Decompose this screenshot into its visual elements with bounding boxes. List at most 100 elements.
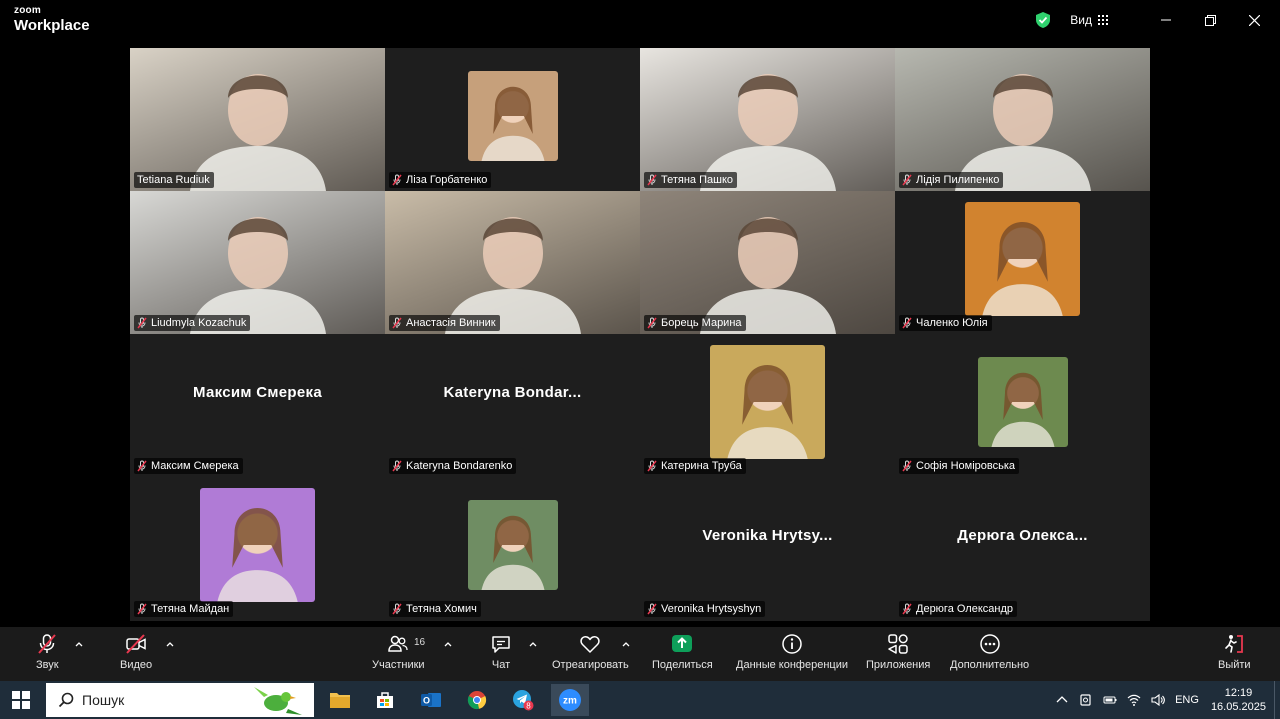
chat-options-caret[interactable] <box>528 639 538 649</box>
taskbar-store[interactable] <box>368 684 402 716</box>
telegram-icon: 8 <box>513 690 534 711</box>
leave-label: Выйти <box>1218 659 1251 671</box>
clock-time: 12:19 <box>1224 687 1253 699</box>
participant-tile[interactable]: Катерина Труба <box>640 334 895 477</box>
store-icon <box>377 692 393 708</box>
more-label: Дополнительно <box>950 659 1030 671</box>
participant-tile[interactable]: Тетяна Хомич <box>385 477 640 620</box>
muted-mic-icon <box>137 317 147 329</box>
wifi-icon[interactable] <box>1127 693 1141 707</box>
taskbar-telegram[interactable]: 8 <box>506 684 540 716</box>
participant-tile[interactable]: Максим Смерека Максим Смерека <box>130 334 385 477</box>
participant-tile[interactable]: Чаленко Юлія <box>895 191 1150 334</box>
taskbar-search[interactable]: Пошук <box>46 683 314 717</box>
audio-button[interactable]: Звук <box>36 633 59 671</box>
participant-name: Veronika Hrytsyshyn <box>661 603 762 615</box>
participant-tile[interactable]: Дерюга Олекса... Дерюга Олександр <box>895 477 1150 620</box>
folder-icon <box>330 693 350 708</box>
participant-video <box>130 48 385 191</box>
leave-button[interactable]: Выйти <box>1218 633 1251 671</box>
muted-mic-icon <box>647 174 657 186</box>
participant-name-label: Чаленко Юлія <box>899 315 992 331</box>
apps-button[interactable]: Приложения <box>866 633 930 671</box>
react-options-caret[interactable] <box>621 639 631 649</box>
chat-icon <box>492 636 510 653</box>
participant-avatar <box>200 487 315 602</box>
meeting-info-button[interactable]: Данные конференции <box>736 633 848 671</box>
more-button[interactable]: Дополнительно <box>950 633 1029 671</box>
participant-name-label: Лідія Пилипенко <box>899 172 1004 188</box>
participant-avatar <box>710 344 825 459</box>
encryption-shield-icon[interactable] <box>1034 11 1052 29</box>
participant-tile[interactable]: Лідія Пилипенко <box>895 48 1150 191</box>
telegram-badge: 8 <box>526 702 531 711</box>
video-camera-off-icon <box>126 634 146 654</box>
battery-icon[interactable] <box>1103 693 1117 707</box>
video-button[interactable]: Видео <box>120 633 152 671</box>
react-button[interactable]: Отреагировать <box>552 633 629 671</box>
share-screen-button[interactable]: Поделиться <box>652 633 713 671</box>
participant-tile[interactable]: Анастасія Винник <box>385 191 640 334</box>
video-label: Видео <box>120 659 153 671</box>
close-button[interactable] <box>1232 0 1276 40</box>
chat-button[interactable]: Чат <box>490 633 512 671</box>
participant-video <box>130 191 385 334</box>
show-desktop-button[interactable] <box>1274 681 1280 719</box>
participant-tile[interactable]: Ліза Горбатенко <box>385 48 640 191</box>
muted-mic-icon <box>902 460 912 472</box>
participant-name: Чаленко Юлія <box>916 317 988 329</box>
participant-tile[interactable]: Kateryna Bondar... Kateryna Bondarenko <box>385 334 640 477</box>
video-gallery: Tetiana Rudiuk Ліза Горбатенко Тетяна Пашк… <box>130 48 1150 621</box>
participants-count: 16 <box>414 637 426 648</box>
participant-tile[interactable]: Tetiana Rudiuk <box>130 48 385 191</box>
search-icon <box>58 692 74 708</box>
participant-tile[interactable]: Софія Номіровська <box>895 334 1150 477</box>
participant-name: Софія Номіровська <box>916 460 1015 472</box>
participant-video <box>895 48 1150 191</box>
participant-name-label: Liudmyla Kozachuk <box>134 315 251 331</box>
volume-icon[interactable] <box>1151 693 1166 707</box>
input-language[interactable]: ENG <box>1175 694 1199 706</box>
participant-name-label: Борець Марина <box>644 315 746 331</box>
participant-tile[interactable]: Борець Марина <box>640 191 895 334</box>
tray-app-icon[interactable] <box>1079 693 1093 707</box>
participant-name: Tetiana Rudiuk <box>137 174 210 186</box>
windows-start-button[interactable] <box>12 691 30 709</box>
participant-tile[interactable]: Тетяна Пашко <box>640 48 895 191</box>
participant-tile[interactable]: Тетяна Майдан <box>130 477 385 620</box>
tray-expand-icon[interactable] <box>1055 693 1069 707</box>
participants-options-caret[interactable] <box>443 639 453 649</box>
video-options-caret[interactable] <box>165 639 175 649</box>
clock[interactable]: 12:19 16.05.2025 <box>1211 686 1266 714</box>
muted-mic-icon <box>902 174 912 186</box>
title-bar: zoom Workplace Вид <box>0 0 1280 40</box>
meeting-controls: Звук Видео Участники 16 Чат Отреагироват… <box>0 627 1280 681</box>
audio-options-caret[interactable] <box>74 639 84 649</box>
participant-name-label: Ліза Горбатенко <box>389 172 492 188</box>
participant-display-name: Максим Смерека <box>193 384 322 401</box>
taskbar-chrome[interactable] <box>460 684 494 716</box>
restore-button[interactable] <box>1188 0 1232 40</box>
view-button[interactable]: Вид <box>1070 13 1108 27</box>
participant-name: Тетяна Хомич <box>406 603 477 615</box>
brand-top: zoom <box>14 5 41 16</box>
view-label: Вид <box>1070 13 1092 27</box>
participant-video <box>385 191 640 334</box>
participant-display-name: Дерюга Олекса... <box>957 527 1088 544</box>
taskbar-zoom[interactable]: zm <box>551 684 589 716</box>
taskbar-outlook[interactable]: O <box>414 684 448 716</box>
react-label: Отреагировать <box>552 659 629 671</box>
heart-icon <box>580 636 601 653</box>
chrome-icon <box>467 691 487 710</box>
restore-icon <box>1204 14 1216 26</box>
participant-tile[interactable]: Veronika Hrytsy... Veronika Hrytsyshyn <box>640 477 895 620</box>
participant-video <box>640 191 895 334</box>
outlook-icon: O <box>421 693 441 707</box>
participant-name: Лідія Пилипенко <box>916 174 1000 186</box>
minimize-button[interactable] <box>1144 0 1188 40</box>
participant-avatar <box>467 499 558 590</box>
share-screen-icon <box>672 635 693 652</box>
participant-avatar <box>965 201 1080 316</box>
participant-tile[interactable]: Liudmyla Kozachuk <box>130 191 385 334</box>
taskbar-file-explorer[interactable] <box>323 684 357 716</box>
